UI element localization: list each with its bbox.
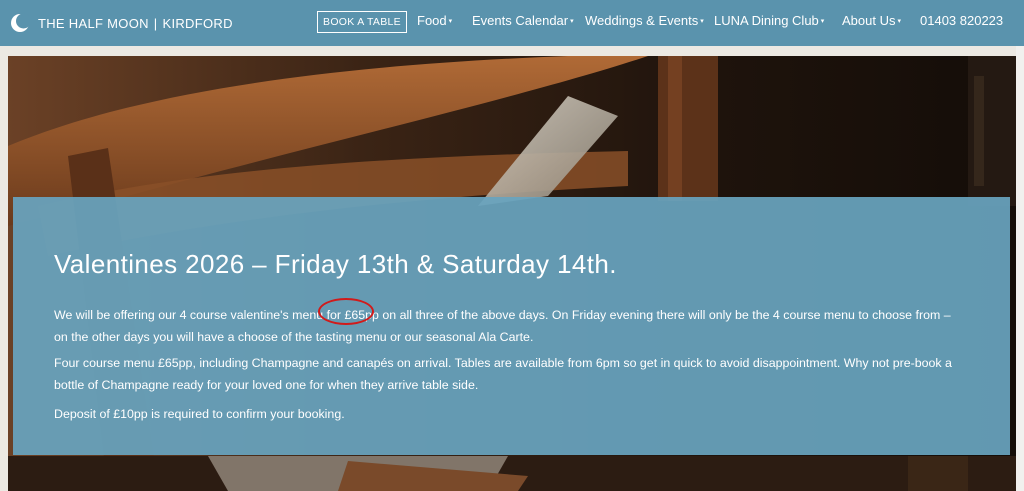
valentines-info-panel: Valentines 2026 – Friday 13th & Saturday… (13, 197, 1010, 455)
red-circle-annotation (318, 298, 374, 325)
page-margin (1016, 46, 1024, 491)
nav-item-about-us[interactable]: About Us ▾ (842, 13, 901, 28)
phone-number-link[interactable]: 01403 820223 (920, 13, 1003, 28)
paragraph-text: We will be offering our 4 course valenti… (54, 308, 345, 322)
paragraph-menu-details: Four course menu £65pp, including Champa… (54, 356, 952, 392)
chevron-down-icon: ▾ (448, 18, 453, 25)
nav-item-label: Weddings & Events (585, 13, 699, 28)
chevron-down-icon: ▾ (700, 18, 704, 25)
paragraph-menu-offer: We will be offering our 4 course valenti… (54, 304, 964, 348)
brand-name: THE HALF MOON (38, 15, 149, 31)
brand-separator: | (153, 15, 158, 31)
brand-location: KIRDFORD (162, 15, 233, 31)
nav-item-label: Events Calendar (472, 13, 569, 28)
nav-item-events-calendar[interactable]: Events Calendar ▾ (472, 13, 574, 28)
nav-item-food[interactable]: Food ▾ (417, 13, 452, 28)
logo-text: THE HALF MOON | KIRDFORD (38, 16, 233, 31)
book-a-table-button[interactable]: BOOK A TABLE (317, 11, 407, 33)
half-moon-icon (11, 13, 30, 32)
site-logo[interactable]: THE HALF MOON | KIRDFORD (10, 12, 233, 34)
nav-item-luna-dining-club[interactable]: LUNA Dining Club ▾ (714, 13, 824, 28)
chevron-down-icon: ▾ (820, 18, 825, 25)
nav-item-weddings-events[interactable]: Weddings & Events ▾ (585, 13, 704, 28)
top-navbar: THE HALF MOON | KIRDFORD BOOK A TABLE Food… (0, 0, 1024, 46)
chevron-down-icon: ▾ (570, 18, 574, 25)
paragraph-deposit: Deposit of £10pp is required to confirm … (54, 407, 345, 421)
nav-item-label: Food (417, 13, 447, 28)
nav-item-label: About Us (842, 13, 896, 28)
panel-title: Valentines 2026 – Friday 13th & Saturday… (54, 249, 617, 279)
nav-item-label: LUNA Dining Club (714, 13, 819, 28)
chevron-down-icon: ▾ (897, 18, 901, 25)
